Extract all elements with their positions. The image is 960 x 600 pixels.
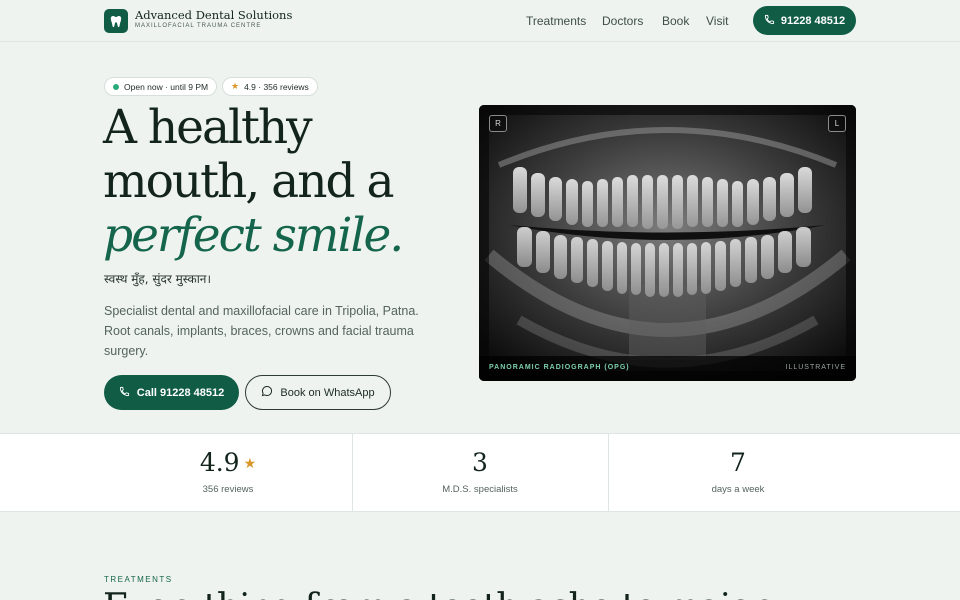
hero-title-line3: perfect smile. [103, 208, 404, 263]
stat-rating: 4.9 ★ 356 reviews [104, 434, 352, 511]
xray-left-tag: L [828, 115, 846, 132]
open-status-badge: Open now · until 9 PM [104, 77, 218, 96]
whatsapp-button-label: Book on WhatsApp [280, 386, 375, 399]
hero-description: Specialist dental and maxillofacial care… [104, 304, 419, 358]
nav-treatments[interactable]: Treatments [526, 14, 586, 28]
stat-days: 7 days a week [608, 434, 868, 511]
header-call-button[interactable]: 91228 48512 [753, 6, 856, 35]
xray-caption: PANORAMIC RADIOGRAPH (OPG) [489, 364, 630, 371]
rating-badge-text: 4.9 · 356 reviews [244, 81, 309, 92]
nav-book[interactable]: Book [662, 14, 689, 28]
stat-rating-value: 4.9 [199, 448, 240, 477]
rating-badge: ★ 4.9 · 356 reviews [222, 77, 318, 96]
stat-rating-label: 356 reviews [202, 484, 254, 495]
nav-doctors[interactable]: Doctors [602, 14, 643, 28]
nav-visit[interactable]: Visit [706, 14, 728, 28]
tooth-icon[interactable] [104, 9, 128, 33]
call-button[interactable]: Call 91228 48512 [104, 375, 239, 410]
star-icon: ★ [243, 456, 257, 472]
stat-specialists-value: 3 [472, 448, 488, 477]
section-heading: Everything from a tooth ache to major [103, 587, 768, 600]
stats-strip: 4.9 ★ 356 reviews 3 M.D.S. specialists 7 … [0, 433, 960, 512]
phone-icon [764, 14, 775, 28]
xray-illustration [479, 105, 856, 381]
xray-caption-bar: PANORAMIC RADIOGRAPH (OPG) ILLUSTRATIVE [479, 356, 856, 381]
hero-title-line1: A healthy [103, 100, 313, 155]
stat-specialists-label: M.D.S. specialists [442, 484, 518, 495]
stat-days-value: 7 [730, 448, 746, 477]
star-icon: ★ [231, 81, 240, 91]
xray-right-tag: R [489, 115, 507, 132]
stat-days-label: days a week [711, 484, 765, 495]
stat-specialists: 3 M.D.S. specialists [352, 434, 608, 511]
brand-name[interactable]: Advanced Dental Solutions [135, 8, 292, 22]
chat-icon [261, 385, 273, 400]
panoramic-xray-image: R L PANORAMIC RADIOGRAPH (OPG) ILLUSTRAT… [479, 105, 856, 381]
hero-title-line2: mouth, and a [103, 154, 395, 209]
open-status-text: Open now · until 9 PM [124, 81, 209, 92]
call-button-label: Call 91228 48512 [136, 386, 225, 399]
brand-subtitle: MAXILLOFACIAL TRAUMA CENTRE [135, 23, 262, 29]
status-dot-icon [113, 83, 119, 90]
site-header: Advanced Dental Solutions MAXILLOFACIAL … [0, 0, 960, 42]
section-eyebrow: TREATMENTS [104, 575, 173, 584]
whatsapp-button[interactable]: Book on WhatsApp [245, 375, 391, 410]
hero-hindi-tagline: स्वस्थ मुँह, सुंदर मुस्कान। [104, 272, 212, 286]
stat-rating-value-row: 4.9 ★ [104, 448, 352, 477]
header-call-label: 91228 48512 [780, 14, 846, 27]
xray-illustrative-note: ILLUSTRATIVE [785, 364, 846, 371]
phone-icon [119, 386, 130, 400]
